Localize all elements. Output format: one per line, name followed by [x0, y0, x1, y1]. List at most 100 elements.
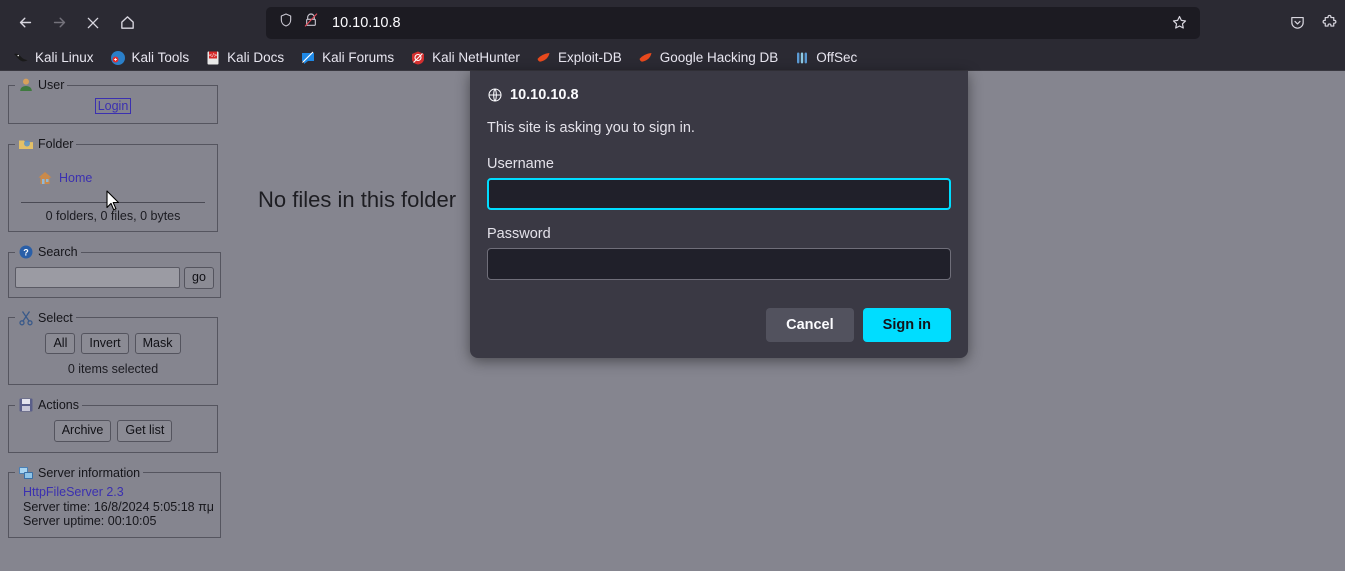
select-all-button[interactable]: All: [45, 332, 76, 355]
no-files-message: No files in this folder: [258, 187, 457, 212]
globe-icon: [488, 88, 502, 102]
auth-dialog-buttons: Cancel Sign in: [487, 308, 951, 342]
panel-folder-legend: Folder: [15, 136, 76, 152]
archive-button[interactable]: Archive: [53, 420, 112, 442]
server-time: Server time: 16/8/2024 5:05:18 πμ: [23, 499, 214, 514]
sign-in-button[interactable]: Sign in: [862, 308, 951, 342]
bookmark-offsec[interactable]: OffSec: [787, 48, 864, 68]
actions-buttons: Archive Get list: [15, 420, 211, 442]
select-invert-button[interactable]: Invert: [81, 332, 129, 355]
select-buttons: All Invert Mask: [15, 332, 211, 355]
folder-separator: [21, 202, 205, 203]
bookmark-label: OffSec: [816, 50, 858, 65]
google-hacking-db-icon: [639, 52, 652, 62]
bookmark-kali-tools[interactable]: Kali Tools: [103, 48, 197, 68]
offsec-icon: [797, 52, 808, 63]
pocket-save-icon[interactable]: [1281, 7, 1313, 39]
panel-folder: Folder Home 0 folders, 0 files, 0 bytes: [8, 136, 218, 232]
select-status: 0 items selected: [67, 362, 159, 377]
bookmark-label: Kali Forums: [322, 50, 395, 65]
bookmark-label: Kali Linux: [35, 50, 94, 65]
kali-forums-icon: [302, 51, 315, 64]
panel-legend-text: Server information: [38, 465, 141, 480]
username-input[interactable]: [487, 178, 951, 210]
panel-actions: Actions Archive Get list: [8, 397, 218, 453]
server-uptime: Server uptime: 00:10:05: [23, 514, 157, 529]
search-row: go: [15, 267, 214, 289]
page-content: No files in this folder User Login Folde…: [0, 71, 1345, 571]
home-link[interactable]: Home: [59, 171, 92, 185]
stop-button[interactable]: [76, 6, 110, 40]
bookmark-kali-linux[interactable]: Kali Linux: [6, 48, 101, 68]
forward-button[interactable]: [42, 6, 76, 40]
url-bar[interactable]: 10.10.10.8: [266, 6, 1200, 39]
lock-crossed-out-icon[interactable]: [303, 12, 319, 33]
panel-legend-text: Folder: [38, 137, 74, 151]
house-icon: [38, 172, 52, 184]
svg-text:</>: </>: [209, 53, 217, 59]
bookmark-exploit-db[interactable]: Exploit-DB: [529, 48, 629, 68]
kali-tools-icon: [110, 50, 125, 65]
url-bar-container: 10.10.10.8: [266, 6, 1200, 39]
auth-dialog-title: 10.10.10.8: [487, 87, 951, 103]
panel-select: Select All Invert Mask 0 items selected: [8, 309, 218, 386]
server-computer-icon: [19, 466, 33, 479]
httpfileserver-link[interactable]: HttpFileServer 2.3: [23, 485, 124, 499]
extensions-puzzle-icon[interactable]: [1313, 7, 1345, 39]
folder-home-row[interactable]: Home: [15, 170, 211, 186]
bookmark-kali-nethunter[interactable]: Kali NetHunter: [403, 48, 527, 68]
search-go-button[interactable]: go: [184, 267, 214, 289]
home-button[interactable]: [110, 6, 144, 40]
svg-text:?: ?: [23, 248, 29, 258]
password-input[interactable]: [487, 248, 951, 280]
panel-legend-text: User: [38, 78, 65, 92]
panel-folder-body: Home 0 folders, 0 files, 0 bytes: [15, 170, 211, 223]
bookmark-label: Exploit-DB: [557, 50, 622, 65]
panel-user-body: Login: [15, 97, 211, 115]
scissors-icon: [19, 310, 33, 326]
kali-nethunter-icon: [412, 51, 425, 64]
select-mask-button[interactable]: Mask: [134, 332, 181, 355]
panel-search: ? Search go: [8, 244, 221, 298]
panel-search-legend: ? Search: [15, 244, 81, 260]
bookmark-star-icon[interactable]: [1164, 9, 1194, 37]
server-info-body: HttpFileServer 2.3 Server time: 16/8/202…: [15, 485, 214, 529]
search-input[interactable]: [15, 267, 180, 289]
bookmarks-bar: Kali Linux Kali Tools </> Kali Docs Kali…: [0, 45, 1345, 71]
bookmark-kali-forums[interactable]: Kali Forums: [293, 48, 401, 68]
floppy-disk-icon: [19, 398, 33, 412]
bookmark-label: Google Hacking DB: [659, 50, 779, 65]
chrome-right-icons: [1281, 7, 1345, 39]
exploit-db-icon: [537, 52, 550, 62]
panel-legend-text: Actions: [38, 398, 79, 413]
panel-select-legend: Select: [15, 310, 76, 326]
panel-actions-legend: Actions: [15, 397, 82, 413]
back-button[interactable]: [8, 6, 42, 40]
folder-stats: 0 folders, 0 files, 0 bytes: [45, 209, 181, 223]
url-text: 10.10.10.8: [332, 14, 401, 31]
identity-icons: [278, 12, 319, 33]
bookmark-label: Kali Docs: [227, 50, 285, 65]
folder-icon: [19, 140, 33, 149]
bookmark-label: Kali Tools: [131, 50, 190, 65]
login-link[interactable]: Login: [94, 98, 132, 114]
kali-dragon-icon: [14, 53, 28, 61]
panel-server-legend: Server information: [15, 465, 143, 481]
shield-icon[interactable]: [278, 12, 294, 33]
panel-legend-text: Search: [38, 245, 78, 259]
help-question-icon: ?: [19, 245, 33, 259]
username-label: Username: [487, 156, 554, 172]
panel-server-information: Server information HttpFileServer 2.3 Se…: [8, 464, 221, 539]
auth-dialog-host: 10.10.10.8: [510, 87, 579, 103]
bookmark-google-hacking-db[interactable]: Google Hacking DB: [631, 48, 786, 68]
bookmark-label: Kali NetHunter: [432, 50, 520, 65]
bookmark-kali-docs[interactable]: </> Kali Docs: [198, 48, 291, 68]
user-icon: [20, 78, 32, 91]
get-list-button[interactable]: Get list: [117, 420, 173, 442]
kali-docs-icon: </>: [207, 51, 219, 64]
browser-toolbar: 10.10.10.8: [0, 0, 1345, 45]
auth-dialog: 10.10.10.8 This site is asking you to si…: [470, 71, 968, 358]
panel-legend-text: Select: [38, 310, 73, 325]
sidebar: User Login Folder Home 0 folders, 0 file…: [8, 77, 221, 550]
cancel-button[interactable]: Cancel: [766, 308, 854, 342]
